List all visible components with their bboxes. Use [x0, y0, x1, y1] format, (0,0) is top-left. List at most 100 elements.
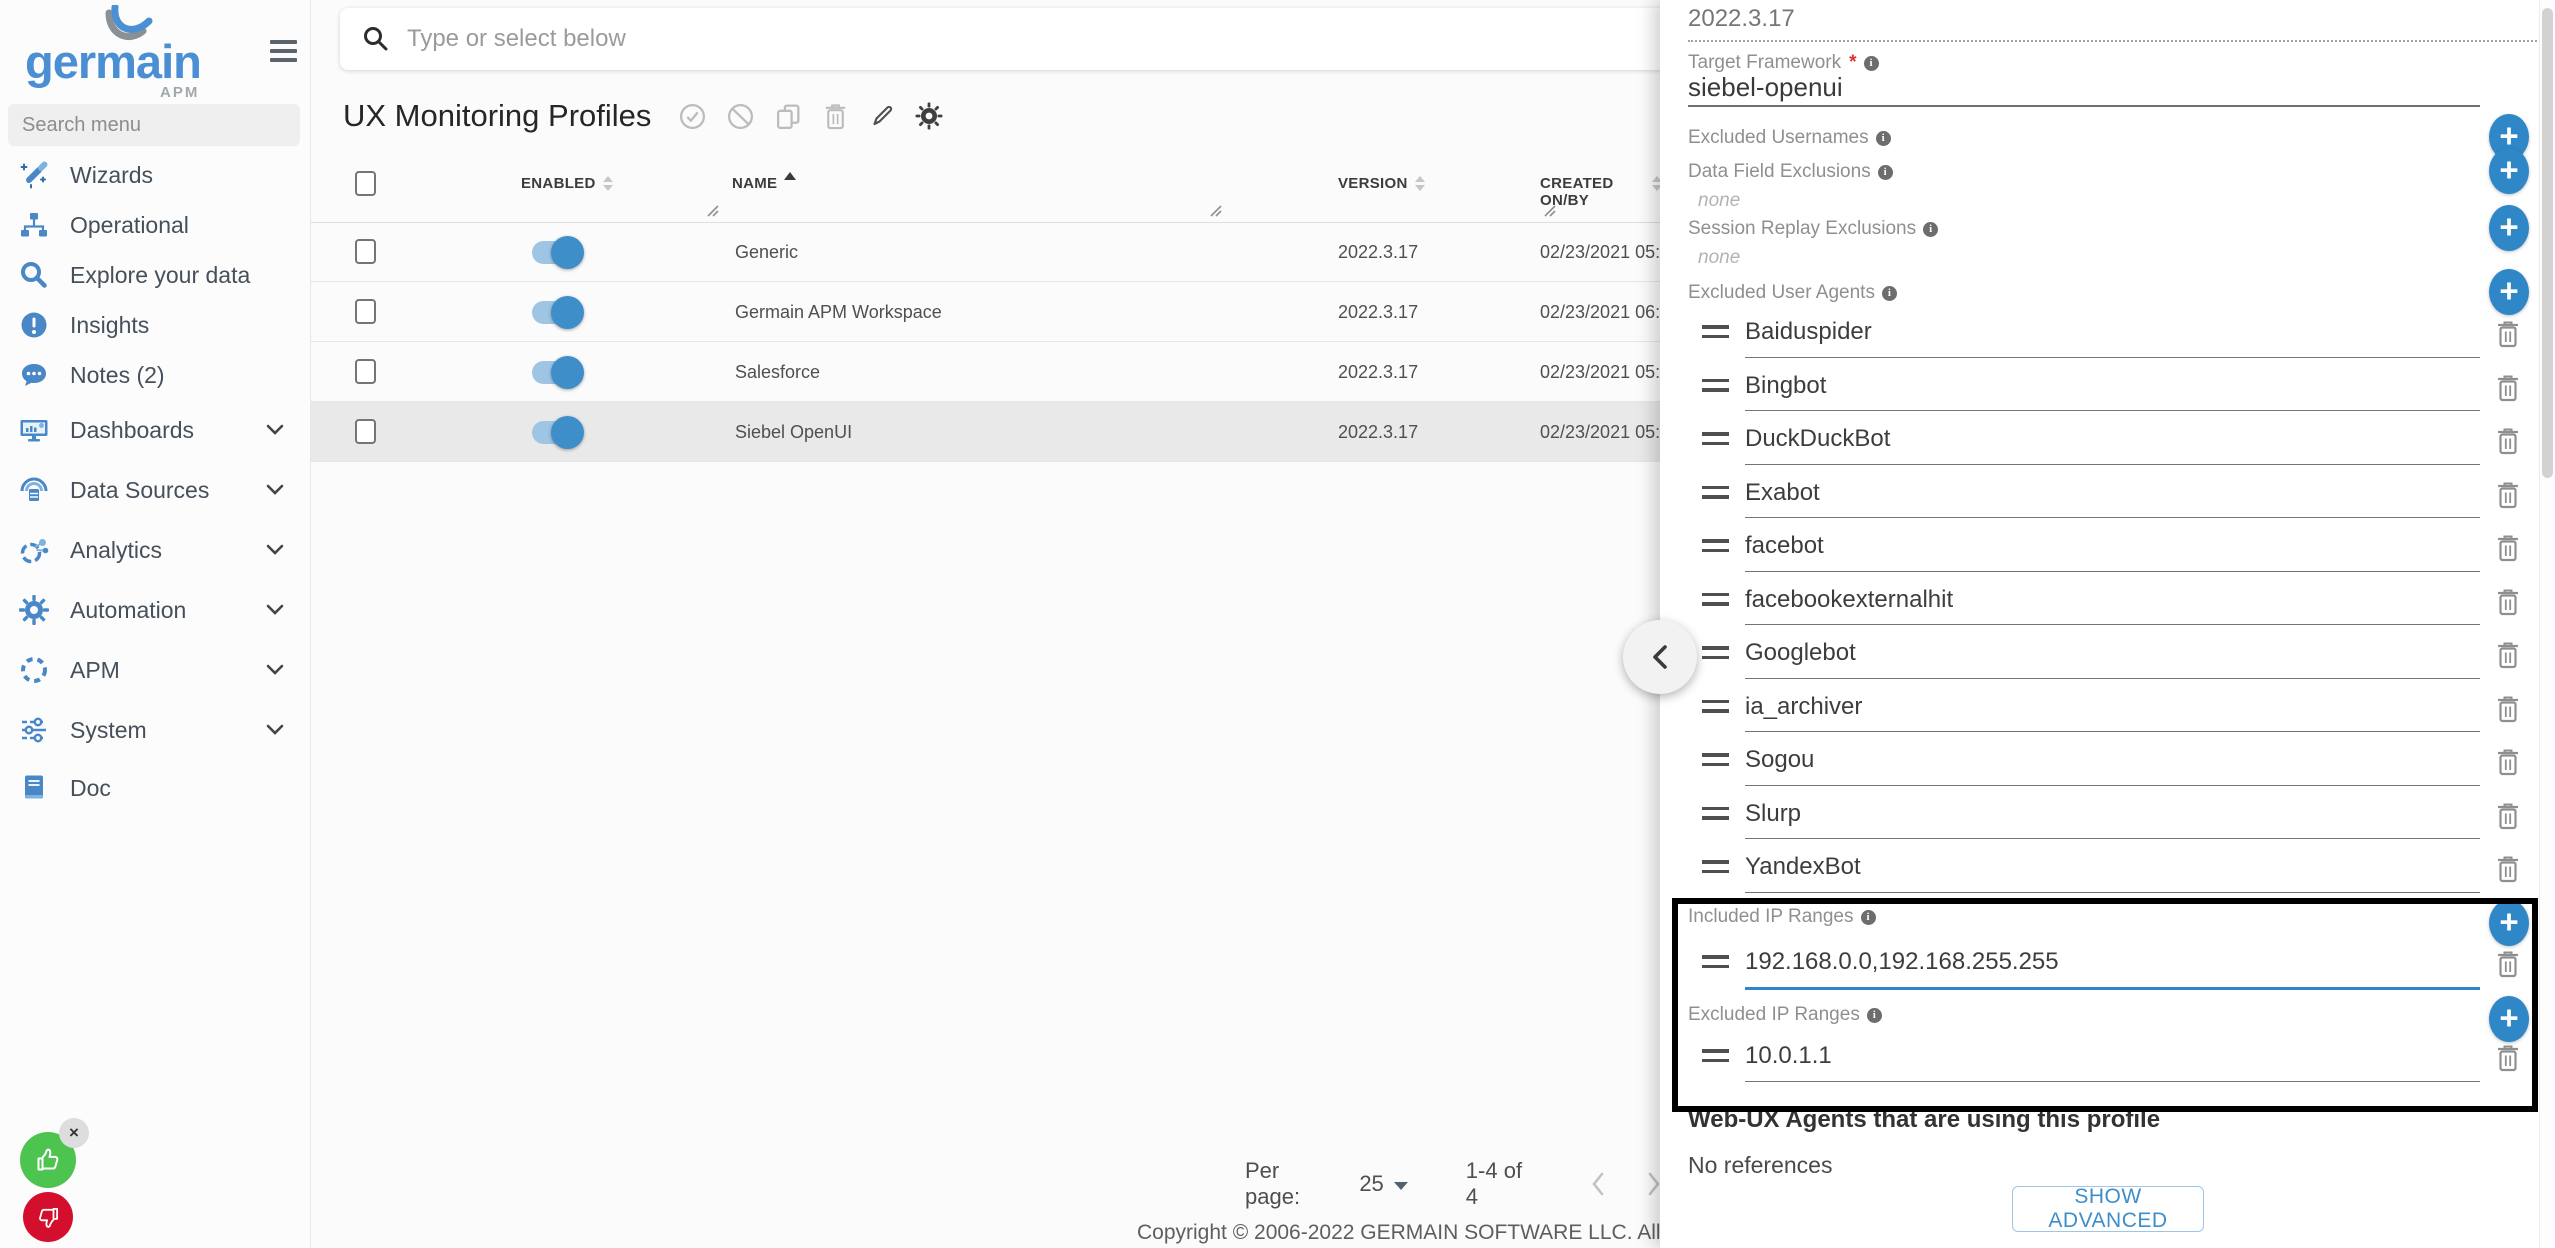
delete-trash-icon[interactable]: [2495, 747, 2521, 777]
user-agent-value[interactable]: Baiduspider: [1745, 318, 1872, 346]
sidebar-item-automation[interactable]: Automation: [0, 580, 310, 640]
row-checkbox[interactable]: [355, 239, 376, 264]
info-icon[interactable]: [1923, 222, 1938, 237]
user-agent-row[interactable]: DuckDuckBot: [1660, 415, 2555, 469]
drag-handle-icon[interactable]: [1702, 1049, 1729, 1068]
per-page-select[interactable]: 25: [1359, 1171, 1407, 1197]
drag-handle-icon[interactable]: [1702, 860, 1729, 879]
user-agent-value[interactable]: Bingbot: [1745, 372, 1826, 400]
panel-scrollbar-track[interactable]: [2539, 0, 2555, 1248]
duplicate-copy-icon[interactable]: [774, 102, 803, 131]
sidebar-item-doc[interactable]: Doc: [0, 760, 310, 816]
user-agent-row[interactable]: Baiduspider: [1660, 308, 2555, 362]
user-agent-value[interactable]: ia_archiver: [1745, 693, 1862, 721]
user-agent-value[interactable]: Slurp: [1745, 800, 1801, 828]
show-advanced-button[interactable]: SHOW ADVANCED: [2012, 1186, 2204, 1232]
user-agent-value[interactable]: DuckDuckBot: [1745, 425, 1890, 453]
user-agent-row[interactable]: Googlebot: [1660, 629, 2555, 683]
delete-trash-icon[interactable]: [2495, 319, 2521, 349]
delete-trash-icon[interactable]: [2495, 587, 2521, 617]
sidebar-search-input[interactable]: [8, 104, 300, 146]
drag-handle-icon[interactable]: [1702, 486, 1729, 505]
filter-resize-grip-icon[interactable]: [705, 203, 720, 218]
column-header-name[interactable]: NAME: [732, 175, 796, 192]
sidebar-item-analytics[interactable]: Analytics: [0, 520, 310, 580]
table-row[interactable]: Germain APM Workspace 2022.3.17 02/23/20…: [310, 282, 1662, 342]
settings-gear-icon[interactable]: [915, 102, 943, 130]
user-agent-value[interactable]: facebot: [1745, 532, 1824, 560]
sidebar-item-wizards[interactable]: Wizards: [0, 150, 310, 200]
sidebar-item-notes[interactable]: Notes (2): [0, 350, 310, 400]
sidebar-item-explore-your-data[interactable]: Explore your data: [0, 250, 310, 300]
ip-range-row[interactable]: 10.0.1.1: [1660, 1032, 2555, 1086]
info-icon[interactable]: [1878, 165, 1893, 180]
filter-resize-grip-icon[interactable]: [1542, 203, 1557, 218]
ip-range-row[interactable]: 192.168.0.0,192.168.255.255: [1660, 938, 2555, 992]
info-icon[interactable]: [1861, 910, 1876, 925]
feedback-dismiss-button[interactable]: ×: [59, 1118, 89, 1148]
sidebar-item-apm[interactable]: APM: [0, 640, 310, 700]
add-session-replay-exclusion-button[interactable]: [2489, 205, 2529, 251]
enabled-toggle[interactable]: [532, 361, 580, 384]
hamburger-menu-icon[interactable]: [270, 40, 298, 67]
disable-ban-icon[interactable]: [726, 102, 755, 131]
table-row[interactable]: Generic 2022.3.17 02/23/2021 05:26:: [310, 222, 1662, 282]
ip-range-value[interactable]: 192.168.0.0,192.168.255.255: [1745, 948, 2059, 976]
filter-resize-grip-icon[interactable]: [1208, 203, 1223, 218]
info-icon[interactable]: [1882, 286, 1897, 301]
sidebar-item-system[interactable]: System: [0, 700, 310, 760]
top-search-input[interactable]: [405, 24, 1662, 54]
user-agent-row[interactable]: Bingbot: [1660, 362, 2555, 416]
user-agent-row[interactable]: Exabot: [1660, 469, 2555, 523]
edit-pencil-icon[interactable]: [868, 102, 896, 130]
user-agent-value[interactable]: facebookexternalhit: [1745, 586, 1953, 614]
drag-handle-icon[interactable]: [1702, 955, 1729, 974]
drag-handle-icon[interactable]: [1702, 325, 1729, 344]
sidebar-item-insights[interactable]: Insights: [0, 300, 310, 350]
row-checkbox[interactable]: [355, 419, 376, 444]
delete-trash-icon[interactable]: [2495, 694, 2521, 724]
info-icon[interactable]: [1864, 56, 1879, 71]
table-row[interactable]: Salesforce 2022.3.17 02/23/2021 05:55:: [310, 342, 1662, 402]
previous-page-button[interactable]: [1590, 1171, 1606, 1197]
select-all-checkbox[interactable]: [355, 171, 376, 196]
panel-scrollbar-thumb[interactable]: [2542, 8, 2553, 478]
delete-trash-icon[interactable]: [2495, 801, 2521, 831]
column-header-version[interactable]: VERSION: [1338, 175, 1425, 192]
delete-trash-icon[interactable]: [2495, 640, 2521, 670]
user-agent-row[interactable]: ia_archiver: [1660, 683, 2555, 737]
drag-handle-icon[interactable]: [1702, 593, 1729, 612]
delete-trash-icon[interactable]: [2495, 533, 2521, 563]
sidebar-item-operational[interactable]: Operational: [0, 200, 310, 250]
drag-handle-icon[interactable]: [1702, 379, 1729, 398]
column-header-created[interactable]: CREATED ON/BY: [1540, 175, 1662, 209]
user-agent-value[interactable]: Googlebot: [1745, 639, 1856, 667]
drag-handle-icon[interactable]: [1702, 753, 1729, 772]
table-row[interactable]: Siebel OpenUI 2022.3.17 02/23/2021 05:53…: [310, 402, 1662, 462]
drag-handle-icon[interactable]: [1702, 432, 1729, 451]
row-checkbox[interactable]: [355, 359, 376, 384]
enabled-toggle[interactable]: [532, 421, 580, 444]
enabled-toggle[interactable]: [532, 241, 580, 264]
sidebar-item-dashboards[interactable]: Dashboards: [0, 400, 310, 460]
delete-trash-icon[interactable]: [2495, 854, 2521, 884]
drag-handle-icon[interactable]: [1702, 539, 1729, 558]
info-icon[interactable]: [1876, 131, 1891, 146]
feedback-thumbs-down-button[interactable]: [23, 1192, 73, 1242]
delete-trash-icon[interactable]: [2495, 373, 2521, 403]
drag-handle-icon[interactable]: [1702, 646, 1729, 665]
user-agent-row[interactable]: facebot: [1660, 522, 2555, 576]
user-agent-row[interactable]: Slurp: [1660, 790, 2555, 844]
info-icon[interactable]: [1867, 1008, 1882, 1023]
delete-trash-icon[interactable]: [822, 102, 849, 131]
user-agent-row[interactable]: Sogou: [1660, 736, 2555, 790]
delete-trash-icon[interactable]: [2495, 949, 2521, 979]
panel-collapse-button[interactable]: [1623, 620, 1697, 694]
delete-trash-icon[interactable]: [2495, 1043, 2521, 1073]
delete-trash-icon[interactable]: [2495, 480, 2521, 510]
user-agent-row[interactable]: YandexBot: [1660, 843, 2555, 897]
ip-range-value[interactable]: 10.0.1.1: [1745, 1042, 1832, 1070]
brand-logo[interactable]: germain: [25, 34, 201, 89]
user-agent-value[interactable]: Exabot: [1745, 479, 1820, 507]
drag-handle-icon[interactable]: [1702, 807, 1729, 826]
